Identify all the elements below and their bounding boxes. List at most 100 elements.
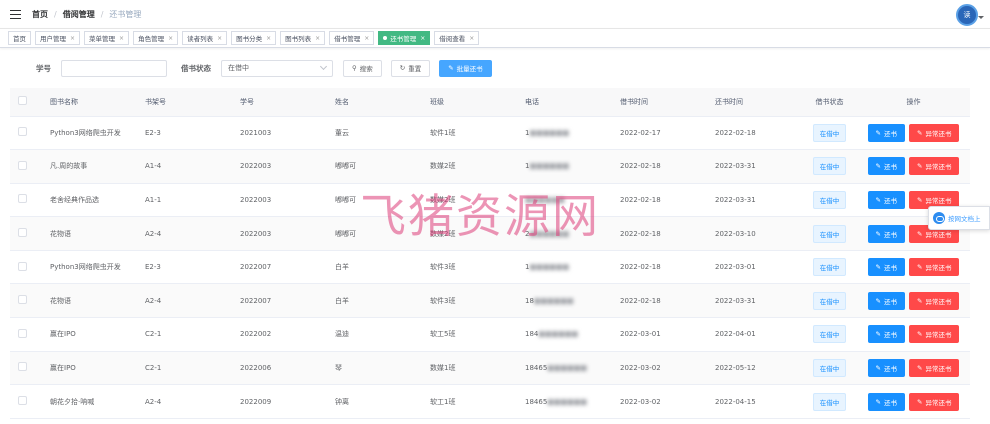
- cell-borrow: 2022-03-02: [612, 384, 707, 419]
- return-button-label: 还书: [884, 163, 897, 172]
- batch-return-button[interactable]: ✎ 批量还书: [439, 59, 492, 77]
- abnormal-return-button[interactable]: ✎ 异常还书: [909, 123, 960, 142]
- row-checkbox[interactable]: [18, 295, 27, 305]
- edit-icon: ✎: [875, 397, 881, 406]
- cell-actions: ✎ 还书 ✎ 异常还书: [857, 317, 970, 352]
- cell-status: 在借中: [802, 216, 857, 251]
- row-select-cell: [10, 116, 42, 151]
- row-checkbox[interactable]: [18, 261, 27, 271]
- tab-0[interactable]: 首页: [8, 31, 31, 45]
- return-button[interactable]: ✎ 还书: [867, 358, 905, 377]
- table-row[interactable]: Python3网络爬虫开发 E2-3 2021003 董云 软件1班 1■■■■■■ 202…: [10, 116, 970, 151]
- cell-borrow: 2022-02-18: [612, 283, 707, 319]
- cell-actions: ✎ 还书 ✎ 异常还书: [857, 116, 970, 151]
- cell-shelf: C2-1: [137, 317, 232, 352]
- tab-6[interactable]: 图书列表 ×: [280, 31, 326, 45]
- table-row[interactable]: 老舍经典作品选 A1-1 2022003 嘟嘟可 数媒2班 ■■■■■■ 2022-02-1…: [10, 183, 970, 218]
- abnormal-return-button[interactable]: ✎ 异常还书: [909, 157, 960, 176]
- close-icon[interactable]: ×: [420, 35, 425, 42]
- cell-book: 朝花夕拾·呐喊: [42, 384, 137, 419]
- tab-label: 用户管理: [40, 35, 66, 43]
- reset-button[interactable]: ↻ 重置: [390, 59, 431, 77]
- cell-class: 数媒1班: [422, 351, 517, 386]
- tab-8[interactable]: 还书管理 ×: [378, 31, 431, 45]
- row-checkbox[interactable]: [18, 396, 27, 406]
- search-button[interactable]: ⚲ 搜索: [343, 59, 382, 77]
- table-row[interactable]: 朝花夕拾·呐喊 A2-4 2022009 钟离 软工1班 18465■■■■■■ 2022-…: [10, 384, 970, 419]
- table-row[interactable]: Python3网络爬虫开发 E2-3 2022007 白羊 软件3班 1■■■■■■ 202…: [10, 250, 970, 285]
- tab-label: 菜单管理: [89, 35, 116, 43]
- cell-phone: 184■■■■■■: [517, 317, 612, 352]
- close-icon[interactable]: ×: [168, 35, 173, 42]
- return-button[interactable]: ✎ 还书: [867, 190, 905, 209]
- abnormal-return-button[interactable]: ✎ 异常还书: [909, 325, 960, 344]
- close-icon[interactable]: ×: [469, 35, 474, 42]
- close-icon[interactable]: ×: [119, 35, 124, 42]
- return-button[interactable]: ✎ 还书: [867, 224, 905, 243]
- abnormal-return-button[interactable]: ✎ 异常还书: [909, 358, 960, 377]
- cell-class: 数媒2班: [422, 183, 517, 218]
- abnormal-return-button[interactable]: ✎ 异常还书: [909, 291, 960, 310]
- cell-shelf: A2-4: [137, 384, 232, 419]
- cell-shelf: E2-3: [137, 250, 232, 285]
- table-row[interactable]: 赢在IPO C2-1 2022006 琴数媒1班 18465■■■■■■ 2022-03-…: [10, 351, 970, 386]
- header-status: 借书状态: [802, 88, 857, 117]
- status-badge: 在借中: [812, 224, 847, 243]
- return-button[interactable]: ✎ 还书: [867, 157, 905, 176]
- row-checkbox[interactable]: [18, 160, 27, 170]
- return-button[interactable]: ✎ 还书: [867, 291, 905, 310]
- close-icon[interactable]: ×: [266, 35, 271, 42]
- return-button[interactable]: ✎ 还书: [867, 392, 905, 411]
- row-checkbox[interactable]: [18, 194, 27, 204]
- row-checkbox[interactable]: [18, 328, 27, 338]
- table-row[interactable]: 花物语 A2-4 2022007 白羊 软件3班 18■■■■■■ 2022-02-18 20…: [10, 283, 970, 319]
- tab-5[interactable]: 图书分类 ×: [231, 31, 277, 45]
- close-icon[interactable]: ×: [315, 35, 320, 42]
- table-row[interactable]: 凡.周的故事 A1-4 2022003 嘟嘟可 数媒2班 1■■■■■■ 2022-02-1…: [10, 149, 970, 184]
- reset-button-label: 重置: [408, 65, 422, 73]
- cell-book: 老舍经典作品选: [42, 183, 137, 218]
- tab-9[interactable]: 借阅查看 ×: [434, 31, 480, 45]
- abnormal-return-button[interactable]: ✎ 异常还书: [909, 392, 960, 411]
- cloud-icon: [933, 212, 945, 224]
- tab-3[interactable]: 角色管理 ×: [133, 31, 179, 45]
- close-icon[interactable]: ×: [70, 35, 75, 42]
- floating-widget[interactable]: 按网文档上: [928, 206, 990, 230]
- tab-4[interactable]: 读者列表 ×: [182, 31, 228, 45]
- cell-book: 花物语: [42, 283, 137, 319]
- edit-icon: ✎: [917, 363, 923, 372]
- return-button[interactable]: ✎ 还书: [867, 325, 905, 344]
- select-all-checkbox[interactable]: [18, 96, 27, 106]
- header-actions: 操作: [857, 88, 970, 117]
- tab-label: 图书分类: [236, 35, 263, 43]
- tab-7[interactable]: 借书管理 ×: [329, 31, 375, 45]
- table-header-row: 图书名称 书架号 学号 姓名 班级 电话 借书时间 还书时间 借书状态 操作: [10, 88, 970, 117]
- student-id-input[interactable]: [61, 59, 167, 77]
- return-button[interactable]: ✎ 还书: [867, 123, 905, 142]
- breadcrumb-borrow[interactable]: 借阅管理: [63, 9, 95, 20]
- avatar[interactable]: 读: [956, 4, 978, 26]
- edit-icon: ✎: [917, 128, 923, 137]
- row-checkbox[interactable]: [18, 127, 27, 137]
- breadcrumb-home[interactable]: 首页: [32, 9, 48, 20]
- status-select[interactable]: 在借中: [221, 59, 333, 77]
- return-button[interactable]: ✎ 还书: [867, 258, 905, 277]
- hamburger-icon[interactable]: [10, 9, 22, 19]
- blurred-phone-digits: ■■■■■■: [533, 296, 574, 305]
- tab-2[interactable]: 菜单管理 ×: [84, 31, 130, 45]
- status-badge: 在借中: [812, 325, 847, 344]
- caret-down-icon[interactable]: [978, 16, 984, 19]
- refresh-icon: ↻: [399, 64, 406, 72]
- table-row[interactable]: 赢在IPO C2-1 2022002 温迪 软工5班 184■■■■■■ 2022-03-0…: [10, 317, 970, 352]
- table-row[interactable]: 花物语 A2-4 2022003 嘟嘟可 数媒2班 2■■■■■■ 2022-02-18 20…: [10, 216, 970, 251]
- abnormal-return-button[interactable]: ✎ 异常还书: [909, 258, 960, 277]
- cell-name: 温迪: [327, 317, 422, 352]
- blurred-phone-digits: ■■■■■■: [538, 330, 579, 339]
- close-icon[interactable]: ×: [364, 35, 369, 42]
- tab-label: 借书管理: [334, 35, 361, 43]
- cell-actions: ✎ 还书 ✎ 异常还书: [857, 283, 970, 319]
- close-icon[interactable]: ×: [217, 35, 222, 42]
- row-checkbox[interactable]: [18, 228, 27, 238]
- row-checkbox[interactable]: [18, 362, 27, 372]
- tab-1[interactable]: 用户管理 ×: [35, 31, 81, 45]
